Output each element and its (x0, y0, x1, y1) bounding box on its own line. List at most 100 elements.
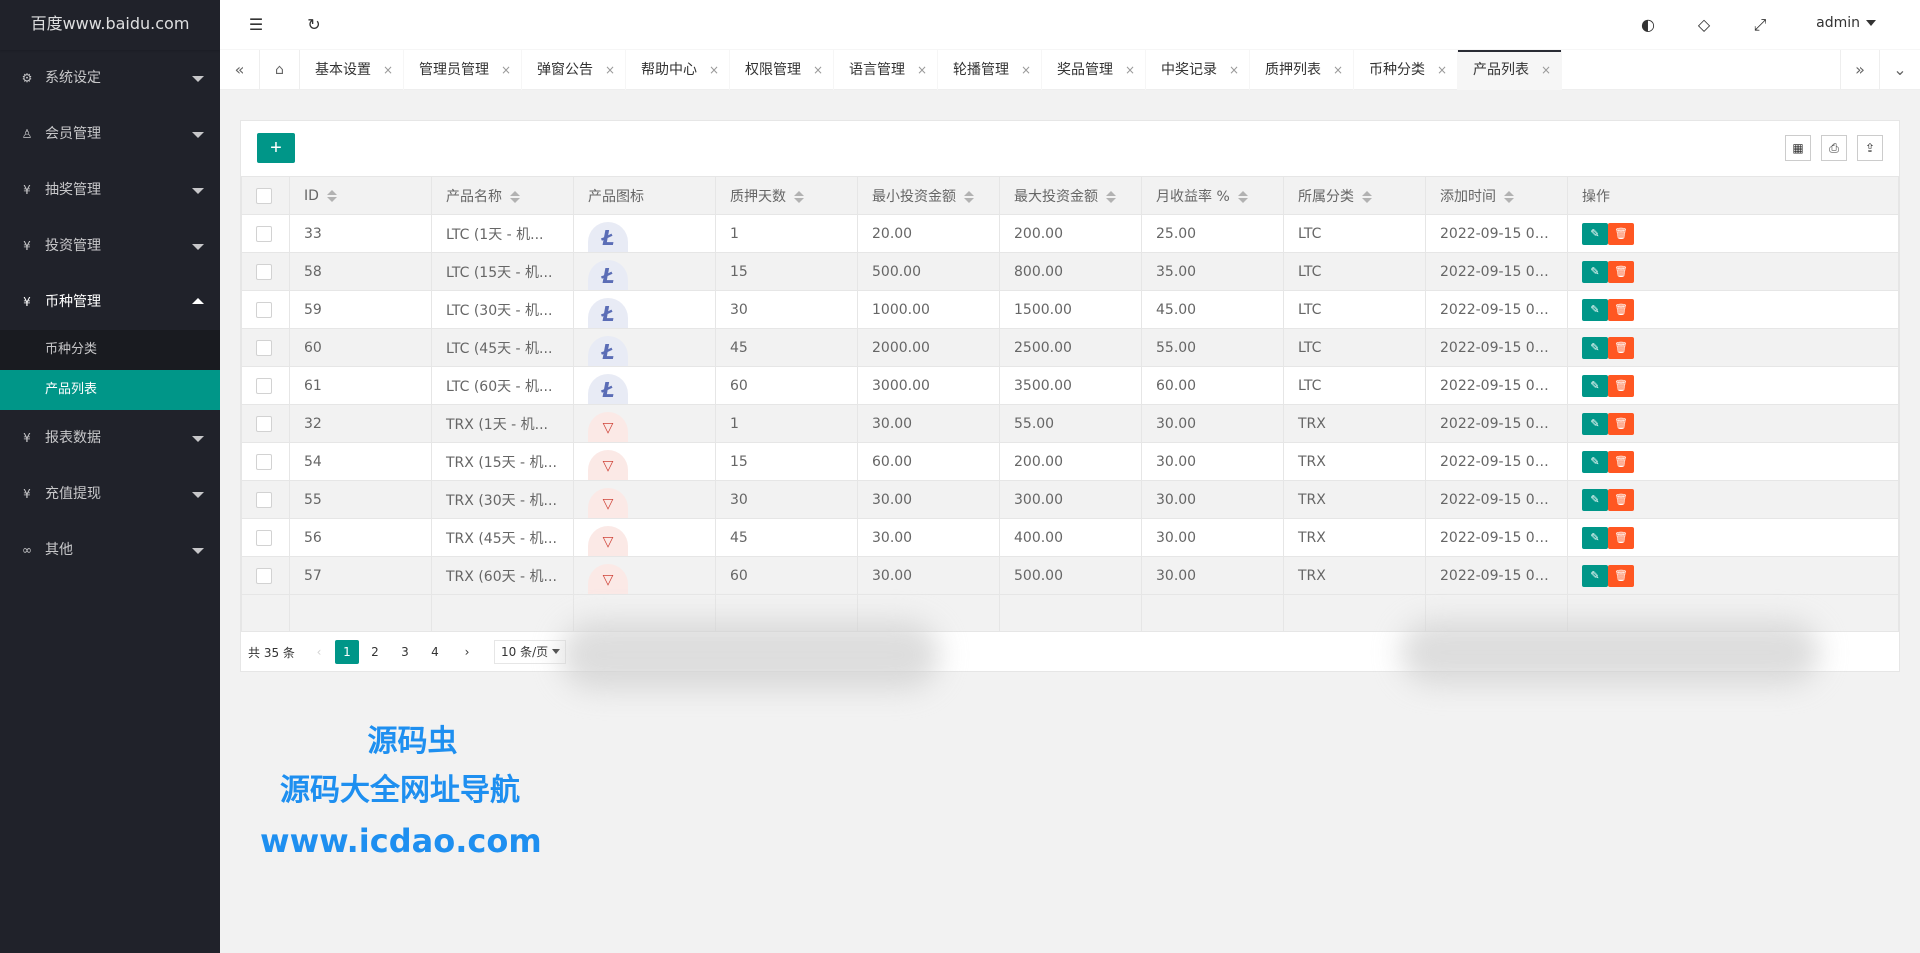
next-page-icon[interactable]: › (455, 640, 479, 664)
edit-icon[interactable]: ✎ (1582, 450, 1608, 473)
page-2[interactable]: 2 (363, 640, 387, 664)
sort-icon[interactable] (964, 190, 974, 203)
sidebar-item-system[interactable]: ⚙ 系统设定 (0, 50, 220, 106)
sidebar-item-investment[interactable]: ¥ 投资管理 (0, 218, 220, 274)
close-icon[interactable]: × (383, 50, 393, 90)
tag-icon[interactable]: ◇ (1694, 15, 1714, 35)
tabs-menu-chevron-down-icon[interactable]: ⌄ (1880, 50, 1920, 90)
page-4[interactable]: 4 (423, 640, 447, 664)
close-icon[interactable]: × (917, 50, 927, 90)
tab-item[interactable]: 中奖记录 × (1146, 50, 1250, 90)
page-3[interactable]: 3 (393, 640, 417, 664)
delete-icon[interactable]: 🗑 (1608, 564, 1634, 587)
tab-item[interactable]: 奖品管理 × (1042, 50, 1146, 90)
sidebar-item-other[interactable]: ∞ 其他 (0, 522, 220, 578)
close-icon[interactable]: × (1333, 50, 1343, 90)
delete-icon[interactable]: 🗑 (1608, 526, 1634, 549)
sidebar-item-members[interactable]: ♙ 会员管理 (0, 106, 220, 162)
edit-icon[interactable]: ✎ (1582, 412, 1608, 435)
delete-icon[interactable]: 🗑 (1608, 336, 1634, 359)
row-checkbox[interactable] (256, 339, 272, 356)
menu-fold-icon[interactable]: ☰ (246, 15, 266, 35)
home-icon[interactable]: ⌂ (260, 50, 300, 90)
close-icon[interactable]: × (709, 50, 719, 90)
col-header-min[interactable]: 最小投资金额 (857, 176, 1000, 215)
tab-item[interactable]: 语言管理 × (834, 50, 938, 90)
row-checkbox[interactable] (256, 567, 272, 584)
delete-icon[interactable]: 🗑 (1608, 450, 1634, 473)
delete-icon[interactable]: 🗑 (1608, 374, 1634, 397)
prev-page-icon[interactable]: ‹ (307, 640, 331, 664)
page-size-select[interactable]: 10 条/页 (494, 640, 566, 664)
row-checkbox[interactable] (256, 491, 272, 508)
col-header-category[interactable]: 所属分类 (1283, 176, 1426, 215)
row-checkbox[interactable] (256, 415, 272, 432)
sort-icon[interactable] (326, 189, 337, 202)
tabs-scroll-left-icon[interactable]: « (220, 50, 260, 90)
tab-item[interactable]: 管理员管理 × (404, 50, 522, 90)
sort-icon[interactable] (1362, 190, 1372, 203)
add-product-button[interactable]: + (257, 133, 295, 163)
delete-icon[interactable]: 🗑 (1608, 222, 1634, 245)
close-icon[interactable]: × (1437, 50, 1447, 90)
tab-item[interactable]: 权限管理 × (730, 50, 834, 90)
theme-icon[interactable]: ◐ (1638, 15, 1658, 35)
edit-icon[interactable]: ✎ (1582, 298, 1608, 321)
col-header-max[interactable]: 最大投资金额 (999, 176, 1142, 215)
select-all-checkbox[interactable] (256, 187, 272, 204)
delete-icon[interactable]: 🗑 (1608, 260, 1634, 283)
col-header-rate[interactable]: 月收益率 % (1141, 176, 1284, 215)
tab-item[interactable]: 币种分类 × (1354, 50, 1458, 90)
close-icon[interactable]: × (605, 50, 615, 90)
delete-icon[interactable]: 🗑 (1608, 298, 1634, 321)
row-checkbox[interactable] (256, 225, 272, 242)
sidebar-item-deposit-withdraw[interactable]: ¥ 充值提现 (0, 466, 220, 522)
sidebar-item-lottery[interactable]: ¥ 抽奖管理 (0, 162, 220, 218)
col-header-name[interactable]: 产品名称 (431, 176, 574, 215)
edit-icon[interactable]: ✎ (1582, 488, 1608, 511)
col-header-days[interactable]: 质押天数 (715, 176, 858, 215)
close-icon[interactable]: × (1229, 50, 1239, 90)
tab-item[interactable]: 质押列表 × (1250, 50, 1354, 90)
sort-icon[interactable] (1504, 190, 1514, 203)
user-menu[interactable]: admin (1816, 15, 1876, 31)
fullscreen-icon[interactable]: ⤢ (1750, 15, 1770, 35)
close-icon[interactable]: × (813, 50, 823, 90)
col-header-id[interactable]: ID (289, 176, 432, 215)
sort-icon[interactable] (1237, 190, 1248, 203)
app-logo[interactable]: 百度www.baidu.com (0, 0, 220, 50)
row-checkbox[interactable] (256, 529, 272, 546)
print-icon[interactable]: ⎙ (1821, 135, 1847, 161)
tab-item[interactable]: 基本设置 × (300, 50, 404, 90)
close-icon[interactable]: × (501, 50, 511, 90)
sidebar-subitem-product-list[interactable]: 产品列表 (0, 370, 220, 410)
sidebar-item-currency[interactable]: ¥ 币种管理 (0, 274, 220, 330)
tabs-scroll-right-icon[interactable]: » (1840, 50, 1880, 90)
close-icon[interactable]: × (1541, 50, 1551, 90)
edit-icon[interactable]: ✎ (1582, 564, 1608, 587)
row-checkbox[interactable] (256, 453, 272, 470)
row-checkbox[interactable] (256, 263, 272, 280)
edit-icon[interactable]: ✎ (1582, 260, 1608, 283)
row-checkbox[interactable] (256, 377, 272, 394)
refresh-icon[interactable]: ↻ (304, 15, 324, 35)
edit-icon[interactable]: ✎ (1582, 222, 1608, 245)
columns-filter-icon[interactable]: ▦ (1785, 135, 1811, 161)
edit-icon[interactable]: ✎ (1582, 336, 1608, 359)
edit-icon[interactable]: ✎ (1582, 374, 1608, 397)
sidebar-subitem-currency-category[interactable]: 币种分类 (0, 330, 220, 370)
delete-icon[interactable]: 🗑 (1608, 412, 1634, 435)
close-icon[interactable]: × (1021, 50, 1031, 90)
export-icon[interactable]: ⇪ (1857, 135, 1883, 161)
tab-item[interactable]: 产品列表 × (1458, 50, 1562, 90)
page-1[interactable]: 1 (335, 640, 359, 664)
sidebar-item-reports[interactable]: ¥ 报表数据 (0, 410, 220, 466)
tab-item[interactable]: 弹窗公告 × (522, 50, 626, 90)
sort-icon[interactable] (510, 190, 520, 203)
row-checkbox[interactable] (256, 301, 272, 318)
sort-icon[interactable] (1106, 190, 1116, 203)
tab-item[interactable]: 帮助中心 × (626, 50, 730, 90)
delete-icon[interactable]: 🗑 (1608, 488, 1634, 511)
tab-item[interactable]: 轮播管理 × (938, 50, 1042, 90)
close-icon[interactable]: × (1125, 50, 1135, 90)
